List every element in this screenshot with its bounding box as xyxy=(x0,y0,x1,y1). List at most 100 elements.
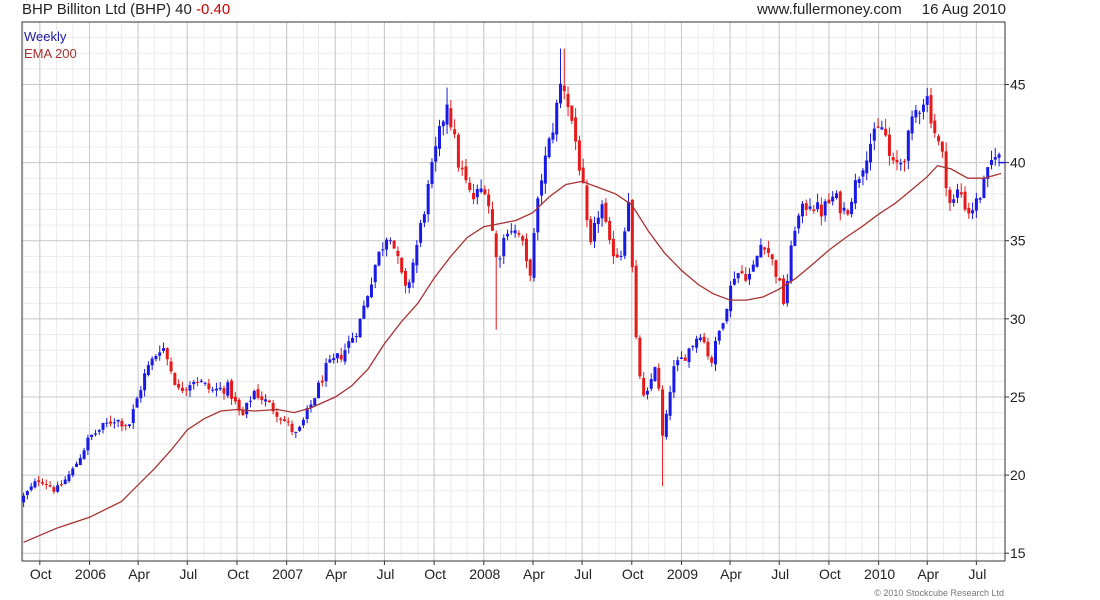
y-tick-label: 35 xyxy=(1010,233,1026,249)
candle-body xyxy=(86,437,90,451)
candle-body xyxy=(222,388,226,394)
candle-body xyxy=(472,192,476,200)
candle-body xyxy=(763,247,767,250)
candle-body xyxy=(403,270,407,286)
legend-weekly: Weekly xyxy=(24,29,67,44)
candle-body xyxy=(392,240,396,249)
legend-ema: EMA 200 xyxy=(24,46,77,61)
candle-body xyxy=(109,421,113,424)
candle-body xyxy=(657,367,661,389)
candle-body xyxy=(710,357,714,363)
candle-body xyxy=(63,479,67,485)
candle-body xyxy=(479,188,483,192)
candle-body xyxy=(52,487,56,492)
candle-body xyxy=(71,468,75,476)
candle-body xyxy=(192,381,196,385)
y-tick-label: 15 xyxy=(1010,545,1026,561)
x-tick-label: 2006 xyxy=(75,566,106,582)
candle-body xyxy=(339,354,343,360)
x-tick-label: 2010 xyxy=(864,566,895,582)
candle-body xyxy=(313,398,317,406)
candle-body xyxy=(982,177,986,199)
candle-body xyxy=(751,264,755,272)
candle-body xyxy=(876,126,880,128)
candle-body xyxy=(358,319,362,338)
candle-body xyxy=(558,83,562,104)
candle-body xyxy=(487,194,491,207)
candle-body xyxy=(812,209,816,211)
candle-body xyxy=(203,382,207,384)
candle-body xyxy=(93,433,97,435)
candle-body xyxy=(630,199,634,268)
candle-body xyxy=(940,141,944,152)
candle-body xyxy=(256,389,260,398)
candle-body xyxy=(434,146,438,162)
candle-body xyxy=(797,215,801,229)
candle-body xyxy=(645,390,649,395)
candle-body xyxy=(267,400,271,403)
candle-body xyxy=(593,223,597,242)
candle-body xyxy=(260,396,264,401)
candle-body xyxy=(347,341,351,348)
x-tick-label: Jul xyxy=(968,566,986,582)
candle-body xyxy=(146,365,150,376)
candle-body xyxy=(230,380,234,399)
candle-body xyxy=(438,126,442,149)
candle-body xyxy=(369,284,373,298)
candle-body xyxy=(895,159,899,163)
candle-body xyxy=(362,305,366,319)
candle-body xyxy=(97,430,101,432)
candle-body xyxy=(714,341,718,365)
candle-body xyxy=(721,323,725,329)
candle-body xyxy=(67,474,71,481)
candle-body xyxy=(819,204,823,217)
candle-body xyxy=(196,381,200,383)
candle-body xyxy=(532,233,536,278)
candle-body xyxy=(725,308,729,322)
candle-body xyxy=(872,128,876,141)
candle-body xyxy=(366,296,370,307)
candle-body xyxy=(294,431,298,433)
y-tick-label: 30 xyxy=(1010,311,1026,327)
candle-body xyxy=(517,233,521,235)
y-tick-label: 25 xyxy=(1010,389,1026,405)
x-tick-label: Jul xyxy=(179,566,197,582)
candle-body xyxy=(400,257,404,273)
candle-body xyxy=(974,198,978,211)
candle-body xyxy=(483,189,487,195)
candle-body xyxy=(577,140,581,171)
candle-body xyxy=(41,482,45,484)
candle-body xyxy=(59,484,63,486)
x-tick-label: Jul xyxy=(574,566,592,582)
candle-body xyxy=(691,345,695,347)
candle-body xyxy=(385,239,389,250)
candle-body xyxy=(736,273,740,279)
candle-body xyxy=(623,231,627,256)
candle-body xyxy=(521,236,525,241)
candle-body xyxy=(460,167,464,170)
candle-body xyxy=(679,357,683,359)
candle-body xyxy=(286,421,290,423)
candle-body xyxy=(90,434,94,437)
candle-body xyxy=(218,387,222,390)
candle-body xyxy=(131,409,135,423)
candle-body xyxy=(952,199,956,203)
candle-body xyxy=(396,250,400,257)
candle-body xyxy=(865,160,869,174)
y-tick-label: 45 xyxy=(1010,76,1026,92)
candle-body xyxy=(921,104,925,112)
candle-body xyxy=(570,105,574,121)
candle-body xyxy=(377,251,381,266)
candle-body xyxy=(101,422,105,430)
candle-body xyxy=(453,129,457,135)
candle-body xyxy=(993,157,997,160)
candle-body xyxy=(332,358,336,361)
candle-body xyxy=(56,485,60,492)
candle-body xyxy=(918,112,922,114)
x-tick-label: 2009 xyxy=(667,566,698,582)
candle-body xyxy=(139,390,143,399)
candle-body xyxy=(419,223,423,243)
candle-body xyxy=(248,400,252,402)
candle-body xyxy=(574,117,578,142)
candle-body xyxy=(676,360,680,366)
